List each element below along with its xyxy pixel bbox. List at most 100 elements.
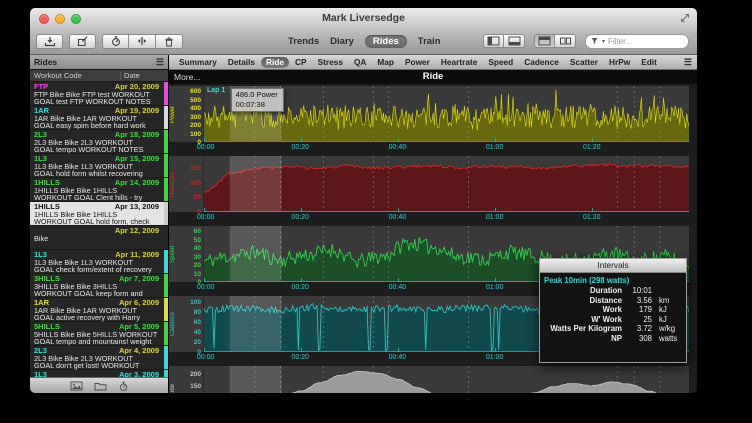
y-tick-label: 500 — [179, 97, 201, 104]
view-tab-diary[interactable]: Diary — [330, 36, 354, 47]
x-tick-label: 00:00 — [197, 144, 215, 152]
chart-power[interactable]: Power6005004003002001000Lap 1486.0 Power… — [169, 86, 689, 142]
y-tick-label: 20 — [179, 262, 201, 269]
ride-row[interactable]: 1ARApr 19, 20091AR Bike Bike 1AR WORKOUT… — [30, 106, 168, 130]
ride-description: GOAL active recovery with Harry — [34, 314, 159, 321]
maximize-button[interactable] — [71, 14, 81, 24]
stopwatch-icon[interactable] — [118, 381, 129, 392]
ride-row[interactable]: 2L3Apr 4, 20092L3 Bike Bike 2L3 WORKOUTG… — [30, 346, 168, 370]
tabbed-view-button[interactable] — [534, 34, 555, 48]
y-tick-label: 200 — [179, 371, 201, 378]
panel-toggle-group — [483, 34, 525, 48]
import-ride-button[interactable] — [36, 34, 63, 49]
axis-label-cadence: Cadence — [170, 296, 178, 352]
ride-date: Apr 12, 2009 — [115, 227, 159, 235]
column-date[interactable]: Date — [120, 71, 168, 80]
tabbed-window-icon — [538, 36, 551, 46]
close-button[interactable] — [39, 14, 49, 24]
chart-altitude[interactable]: Altitude200150100500 — [169, 366, 689, 393]
x-tick-label: 01:00 — [486, 214, 504, 222]
ride-list: FTPApr 20, 2009FTP Bike Bike FTP test WO… — [30, 82, 168, 377]
view-switcher: Trends Diary Rides Train — [288, 28, 441, 54]
axis-label-power: Power — [170, 86, 178, 142]
chart-tab-ride[interactable]: Ride — [261, 57, 289, 68]
split-icon — [136, 36, 148, 46]
chart-tab-edit[interactable]: Edit — [636, 57, 662, 68]
plot-area-power[interactable]: Lap 1486.0 Power00:07:38 — [203, 86, 689, 142]
chart-tabbar-menu-icon[interactable]: ☰ — [684, 57, 692, 67]
sidebar-menu-icon[interactable]: ☰ — [156, 57, 164, 67]
toggle-sidebar-button[interactable] — [483, 34, 504, 48]
ride-code: FTP — [34, 83, 48, 91]
titlebar[interactable]: Mark Liversedge — [30, 8, 697, 28]
stopwatch-button[interactable] — [102, 34, 129, 49]
ride-description: 1AR Bike Bike 1AR WORKOUT — [34, 115, 159, 122]
split-ride-button[interactable] — [129, 34, 156, 49]
y-tick-label: 30 — [179, 254, 201, 261]
x-tick-label: 00:00 — [197, 284, 215, 292]
photo-icon[interactable] — [70, 381, 83, 391]
x-tick-label: 00:40 — [389, 214, 407, 222]
ride-code: 2L3 — [34, 347, 47, 355]
ride-row[interactable]: FTPApr 20, 2009FTP Bike Bike FTP test WO… — [30, 82, 168, 106]
chart-tab-summary[interactable]: Summary — [174, 57, 222, 68]
stat-label: NP — [540, 334, 622, 344]
chart-tab-heartrate[interactable]: Heartrate — [436, 57, 482, 68]
ride-description: 3HILLS Bike Bike 3HILLS — [34, 283, 159, 290]
chart-tab-map[interactable]: Map — [372, 57, 399, 68]
stat-unit: watts — [652, 334, 677, 344]
folder-icon[interactable] — [94, 381, 107, 391]
filter-dropdown-arrow[interactable]: ▾ — [602, 38, 605, 45]
ride-date: Apr 6, 2009 — [119, 299, 159, 307]
y-tick-label: 150 — [179, 383, 201, 390]
chart-tab-details[interactable]: Details — [223, 57, 260, 68]
stat-label: W' Work — [540, 315, 622, 325]
sidebar-title: Rides — [34, 57, 57, 67]
ride-row[interactable]: 5HILLSApr 5, 20095HILLS Bike Bike 5HILLS… — [30, 322, 168, 346]
column-workout-code[interactable]: Workout Code — [30, 71, 120, 80]
chart-tab-hrpw[interactable]: HrPw — [604, 57, 635, 68]
axis-label-heartrate: Heartrate — [170, 156, 178, 212]
chart-heartrate[interactable]: Heartrate150100500 — [169, 156, 689, 212]
ride-row[interactable]: 1HILLSApr 14, 20091HILLS Bike Bike 1HILL… — [30, 178, 168, 202]
ride-row[interactable]: 1ARApr 6, 20091AR Bike Bike 1AR WORKOUTG… — [30, 298, 168, 322]
chart-tab-cadence[interactable]: Cadence — [519, 57, 564, 68]
chart-tab-stress[interactable]: Stress — [313, 57, 348, 68]
ride-row[interactable]: 3HILLSApr 7, 20093HILLS Bike Bike 3HILLS… — [30, 274, 168, 298]
x-axis-tick — [204, 348, 205, 352]
minimize-button[interactable] — [55, 14, 65, 24]
filter-input[interactable]: ▾ Filter... — [585, 34, 689, 49]
tooltip-time-value: 00:07:38 — [236, 100, 278, 110]
interval-stat-row: Duration10:01 — [540, 286, 686, 296]
plot-area-altitude[interactable] — [203, 366, 689, 393]
tiled-view-button[interactable] — [555, 34, 576, 48]
delete-ride-button[interactable] — [156, 34, 183, 49]
window-title: Mark Liversedge — [30, 8, 697, 28]
traffic-lights — [39, 14, 81, 24]
x-axis-tick — [495, 348, 496, 352]
plot-area-heartrate[interactable] — [203, 156, 689, 212]
stat-label: Work — [540, 305, 622, 315]
chart-tab-qa[interactable]: QA — [349, 57, 371, 68]
view-tab-rides[interactable]: Rides — [365, 35, 407, 48]
chart-tab-scatter[interactable]: Scatter — [565, 57, 603, 68]
intervals-popup-title[interactable]: Intervals — [540, 259, 686, 273]
y-tick-label: 200 — [179, 122, 201, 129]
ride-row[interactable]: 1L3Apr 3, 2009 — [30, 370, 168, 377]
view-tab-train[interactable]: Train — [418, 36, 441, 47]
y-tick-label: 150 — [179, 165, 201, 172]
ride-row[interactable]: Apr 12, 2009Bike — [30, 226, 168, 250]
chart-tab-power[interactable]: Power — [400, 57, 435, 68]
stat-unit: kJ — [652, 315, 667, 325]
chart-tab-cp[interactable]: CP — [290, 57, 312, 68]
chart-tab-speed[interactable]: Speed — [483, 57, 518, 68]
ride-row[interactable]: 2L3Apr 18, 20092L3 Bike Bike 2L3 WORKOUT… — [30, 130, 168, 154]
ride-row[interactable]: 1HILLSApr 13, 20091HILLS Bike Bike 1HILL… — [30, 202, 168, 226]
manual-entry-button[interactable] — [69, 34, 96, 49]
toggle-bottombar-button[interactable] — [504, 34, 525, 48]
fullscreen-icon[interactable] — [680, 13, 690, 23]
x-tick-label: 00:40 — [389, 144, 407, 152]
ride-row[interactable]: 1L3Apr 11, 20091L3 Bike Bike 1L3 WORKOUT… — [30, 250, 168, 274]
ride-row[interactable]: 1L3Apr 15, 20091L3 Bike Bike 1L3 WORKOUT… — [30, 154, 168, 178]
view-tab-trends[interactable]: Trends — [288, 36, 319, 47]
